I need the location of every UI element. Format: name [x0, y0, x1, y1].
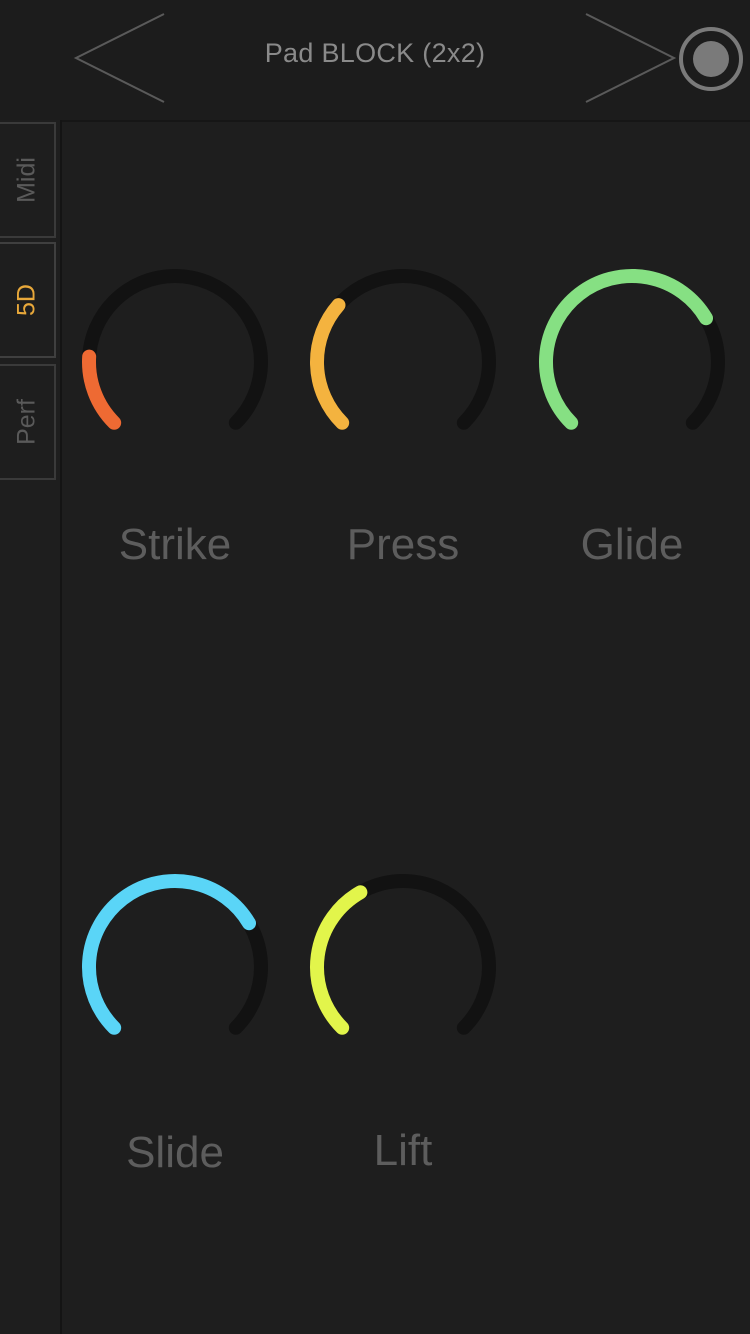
knob-panel: Strike Press Glide Slide Lift — [62, 122, 750, 1334]
record-button[interactable] — [678, 26, 744, 92]
chevron-right-icon — [585, 13, 677, 103]
tab-label: Midi — [12, 157, 41, 203]
tab-perf[interactable]: Perf — [0, 364, 56, 480]
slide-label: Slide — [126, 1128, 224, 1177]
lift-label: Lift — [373, 1126, 433, 1175]
tab-5d[interactable]: 5D — [0, 242, 56, 358]
knob-track — [82, 269, 268, 430]
press-knob[interactable] — [303, 262, 503, 462]
knob-value-arc — [310, 298, 350, 430]
knob-track — [310, 269, 496, 430]
knob-value-arc — [539, 269, 714, 430]
tab-label: Perf — [12, 399, 41, 445]
record-icon — [679, 27, 743, 91]
knob-value-arc — [82, 874, 257, 1035]
glide-knob[interactable] — [532, 262, 732, 462]
strike-label: Strike — [118, 520, 232, 569]
tab-label: 5D — [12, 284, 41, 316]
strike-knob[interactable] — [75, 262, 275, 462]
slide-knob[interactable] — [75, 867, 275, 1067]
press-label: Press — [346, 520, 460, 569]
sidebar: Midi 5D Perf — [0, 120, 62, 1334]
top-bar: Pad BLOCK (2x2) — [0, 0, 750, 122]
lift-knob[interactable] — [303, 867, 503, 1067]
next-button[interactable] — [582, 12, 678, 104]
knob-value-arc — [310, 885, 368, 1035]
knob-value-arc — [82, 349, 122, 430]
tab-midi[interactable]: Midi — [0, 122, 56, 238]
glide-label: Glide — [580, 520, 684, 569]
